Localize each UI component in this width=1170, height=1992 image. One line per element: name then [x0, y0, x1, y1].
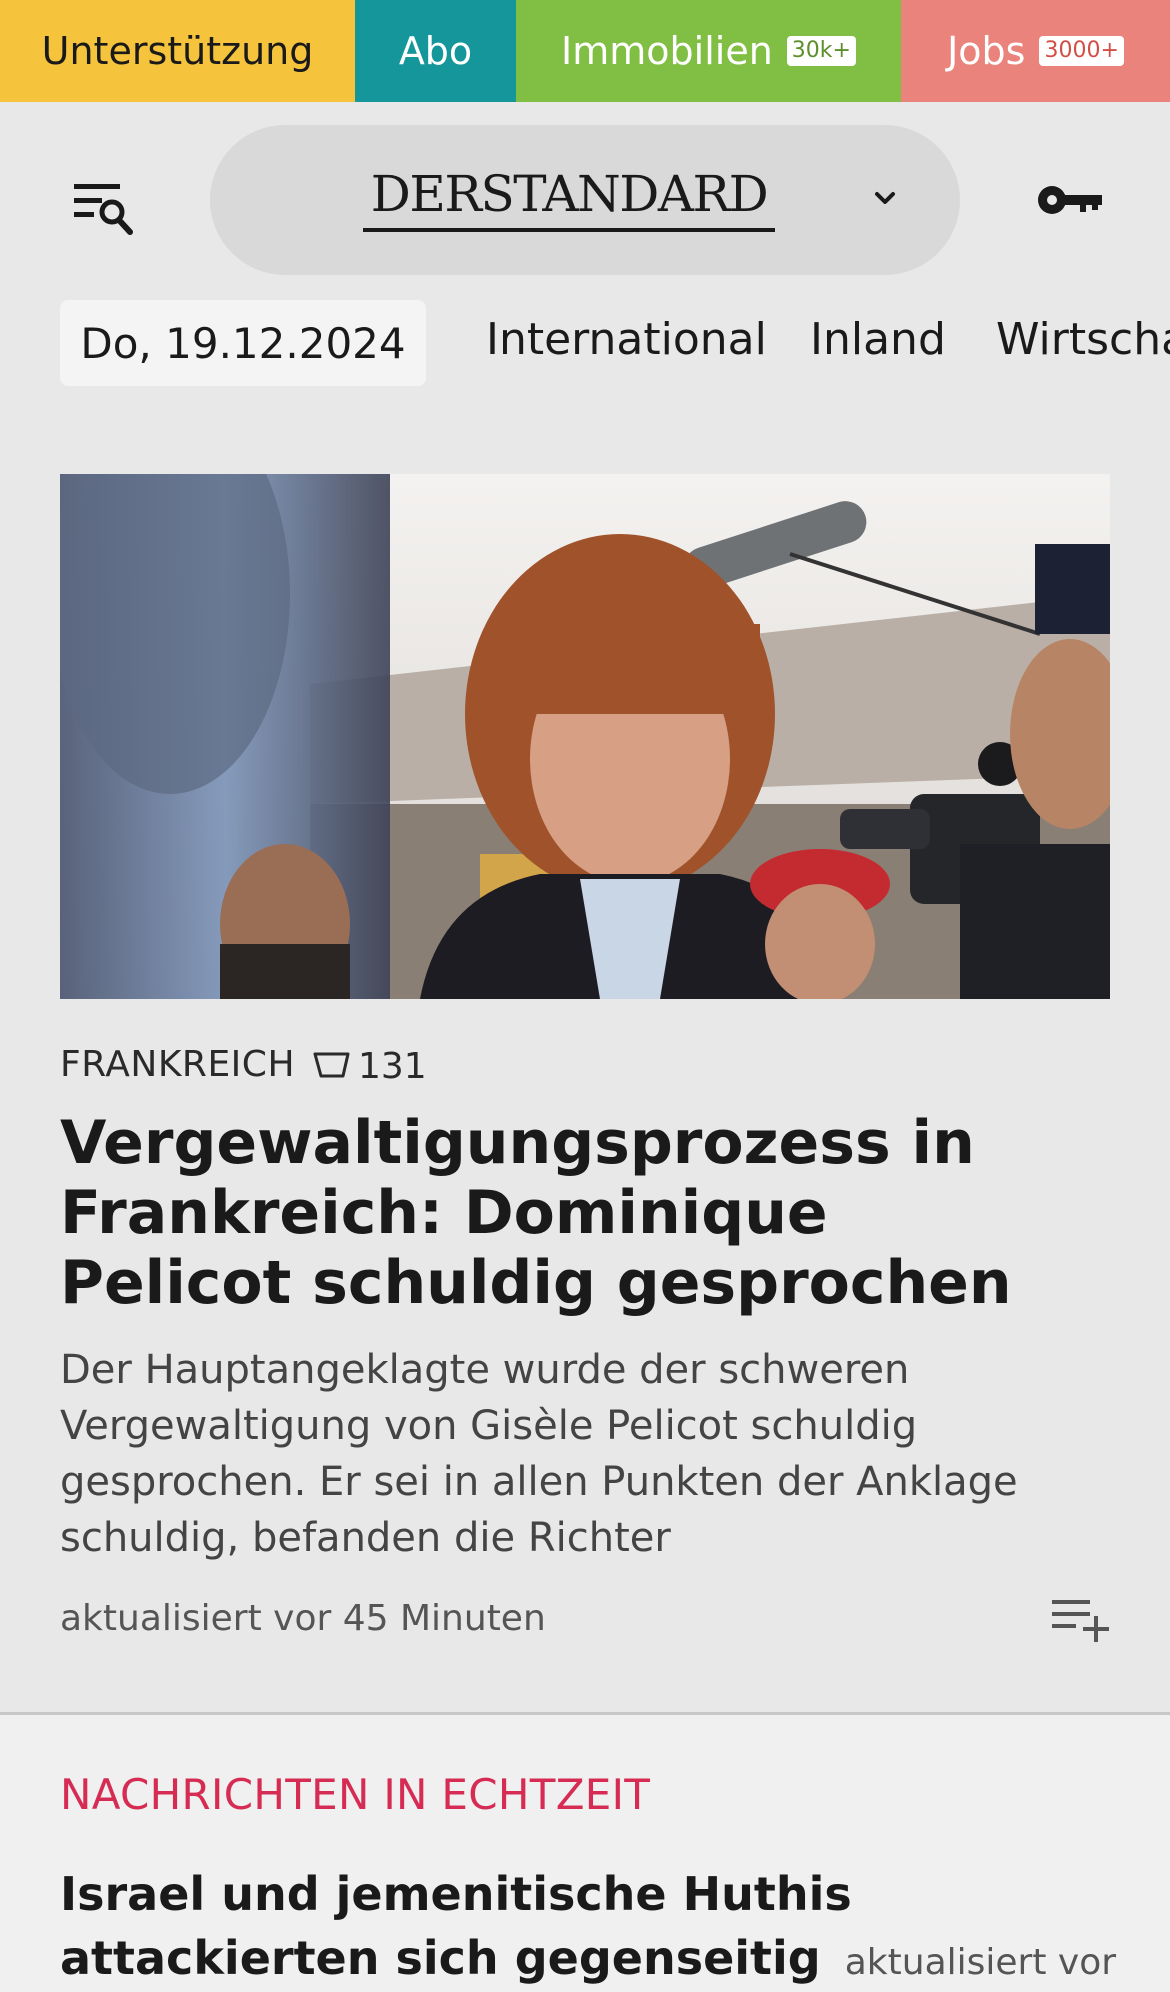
article-lead: Der Hauptangeklagte wurde der schweren V…	[60, 1347, 1018, 1561]
comment-count-value: 131	[358, 1045, 427, 1087]
jobs-label: Jobs	[947, 29, 1026, 73]
chevron-down-icon	[875, 192, 895, 204]
jobs-tab[interactable]: Jobs 3000+	[901, 0, 1170, 102]
nav-item-international[interactable]: International	[486, 314, 767, 365]
immobilien-label: Immobilien	[561, 29, 773, 73]
add-to-reading-list-icon[interactable]	[1050, 1596, 1112, 1644]
live-news-headline: Israel und jemenitische Huthis attackier…	[60, 1867, 852, 1985]
top-service-bar: Unterstützung Abo Immobilien 30k+ Jobs 300…	[0, 0, 1170, 102]
logo-edition-selector[interactable]: DERSTANDARD	[210, 125, 960, 275]
article-kicker[interactable]: FRANKREICH	[60, 1044, 295, 1085]
support-label: Unterstützung	[41, 29, 314, 73]
logo-underline	[363, 228, 775, 232]
article-headline[interactable]: Vergewaltigungsprozess in Frankreich: Do…	[60, 1108, 1070, 1318]
support-tab[interactable]: Unterstützung	[0, 0, 355, 102]
abo-tab[interactable]: Abo	[355, 0, 516, 102]
date-chip: Do, 19.12.2024	[60, 300, 426, 386]
nav-item-inland[interactable]: Inland	[810, 314, 946, 365]
live-news-label[interactable]: NACHRICHTEN IN ECHTZEIT	[60, 1770, 650, 1819]
site-logo: DERSTANDARD	[370, 165, 769, 223]
article-hero-image[interactable]	[60, 474, 1110, 999]
abo-label: Abo	[398, 29, 473, 73]
article-updated: aktualisiert vor 45 Minuten	[60, 1598, 546, 1639]
comment-icon	[313, 1052, 350, 1078]
comment-count[interactable]: 131	[312, 1044, 427, 1088]
immobilien-count-badge: 30k+	[786, 36, 856, 66]
immobilien-tab[interactable]: Immobilien 30k+	[516, 0, 901, 102]
nav-item-wirtschaft[interactable]: Wirtscha	[996, 314, 1170, 365]
menu-search-icon[interactable]	[72, 178, 138, 238]
key-icon[interactable]	[1036, 180, 1106, 220]
jobs-count-badge: 3000+	[1039, 36, 1124, 66]
live-news-item[interactable]: Israel und jemenitische Huthis attackier…	[60, 1862, 1120, 1992]
